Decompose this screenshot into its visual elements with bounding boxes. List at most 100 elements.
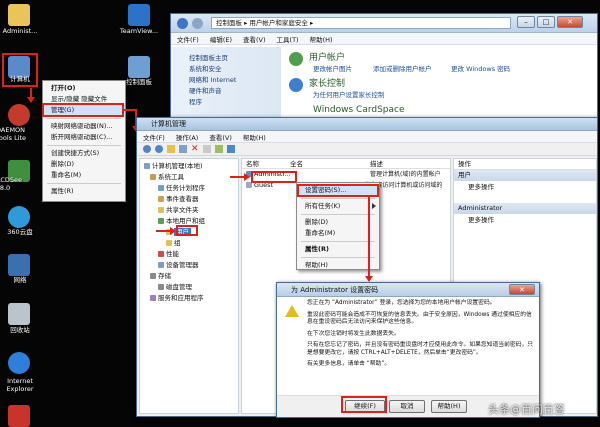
tree-system-tools[interactable]: 系统工具 bbox=[140, 172, 238, 183]
action-more-admin[interactable]: 更多操作 bbox=[454, 214, 596, 226]
device-icon bbox=[158, 262, 164, 268]
cm-menu-bar: 文件(F) 操作(A) 查看(V) 帮助(H) bbox=[137, 131, 597, 143]
ctx-rename[interactable]: 重命名(M) bbox=[297, 228, 379, 239]
pdf-icon[interactable] bbox=[8, 405, 30, 427]
warning-icon bbox=[285, 305, 299, 317]
sidebar-item-programs[interactable]: 程序 bbox=[189, 97, 281, 108]
tree-groups[interactable]: 组 bbox=[140, 238, 238, 249]
close-button[interactable]: ✕ bbox=[557, 16, 583, 28]
sidebar-item-home[interactable]: 控制面板主页 bbox=[189, 53, 281, 64]
menu-view[interactable]: 查看(V) bbox=[209, 132, 232, 142]
refresh-icon[interactable] bbox=[215, 145, 223, 153]
menu-file[interactable]: 文件(F) bbox=[143, 132, 165, 142]
ctx-help[interactable]: 帮助(H) bbox=[297, 260, 379, 271]
divider bbox=[301, 198, 375, 199]
control-panel-icon[interactable] bbox=[128, 56, 150, 78]
delete-icon[interactable]: ✕ bbox=[191, 145, 199, 154]
divider bbox=[47, 145, 121, 146]
link-change-password[interactable]: 更改 Windows 密码 bbox=[451, 63, 510, 73]
help-icon[interactable] bbox=[227, 145, 235, 153]
action-section-admin[interactable]: Administrator bbox=[454, 203, 596, 214]
back-icon[interactable] bbox=[177, 17, 188, 29]
col-name[interactable]: 名称 bbox=[242, 159, 290, 168]
clock-icon bbox=[158, 185, 164, 191]
menu-tools[interactable]: 工具(T) bbox=[277, 34, 299, 44]
user-folder-icon[interactable] bbox=[8, 4, 30, 26]
tree-performance[interactable]: 性能 bbox=[140, 249, 238, 260]
menu-view[interactable]: 查看(V) bbox=[243, 34, 266, 44]
sidebar-item-network[interactable]: 网络和 Internet bbox=[189, 75, 281, 86]
teamviewer-icon[interactable] bbox=[128, 4, 150, 26]
divider bbox=[47, 183, 121, 184]
col-fullname[interactable]: 全名 bbox=[290, 159, 370, 168]
sidebar-item-hardware[interactable]: 硬件和声音 bbox=[189, 86, 281, 97]
ctx-delete[interactable]: 删除(D) bbox=[43, 159, 125, 170]
toolbar: ✕ bbox=[137, 143, 597, 156]
dialog-line1: 您正在为 “Administrator” 登录，您选择为您的本地用户帐户设置密码… bbox=[307, 300, 496, 306]
users-icon bbox=[158, 218, 164, 224]
cloud-disk-icon[interactable] bbox=[8, 206, 30, 228]
ctx-delete[interactable]: 删除(D) bbox=[297, 217, 379, 228]
console-tree-icon[interactable] bbox=[179, 145, 187, 153]
forward-icon[interactable] bbox=[155, 145, 163, 153]
ctx-disconnect-drive[interactable]: 断开网络驱动器(C)... bbox=[43, 132, 125, 143]
dialog-title: 为 Administrator 设置密码 bbox=[291, 285, 379, 294]
tree-device-manager[interactable]: 设备管理器 bbox=[140, 260, 238, 271]
link-change-picture[interactable]: 更改帐户图片 bbox=[313, 63, 352, 73]
tree-event-viewer[interactable]: 事件查看器 bbox=[140, 194, 238, 205]
cancel-button[interactable]: 取消 bbox=[389, 400, 425, 413]
actions-header: 操作 bbox=[454, 159, 596, 170]
help-button[interactable]: 帮助(H) bbox=[431, 400, 467, 413]
desktop-icon-label: ACDSee v8.0 bbox=[0, 176, 22, 192]
back-icon[interactable] bbox=[143, 145, 151, 153]
internet-explorer-icon[interactable] bbox=[8, 352, 30, 374]
maximize-button[interactable]: □ bbox=[537, 16, 555, 28]
link-add-remove-users[interactable]: 添加或删除用户帐户 bbox=[373, 63, 432, 73]
dialog-para2: 在下次您注销时将发生此数据丢失。 bbox=[307, 330, 400, 337]
up-folder-icon[interactable] bbox=[167, 145, 175, 153]
disk-icon bbox=[158, 284, 164, 290]
ctx-rename[interactable]: 重命名(M) bbox=[43, 170, 125, 181]
ctx-map-drive[interactable]: 映射网络驱动器(N)... bbox=[43, 121, 125, 132]
tree-disk-management[interactable]: 磁盘管理 bbox=[140, 282, 238, 293]
section-title-cardspace[interactable]: Windows CardSpace bbox=[313, 105, 405, 115]
ctx-properties[interactable]: 属性(R) bbox=[297, 244, 379, 255]
forward-icon[interactable] bbox=[192, 17, 203, 29]
storage-icon bbox=[150, 273, 156, 279]
ctx-open[interactable]: 打开(O) bbox=[43, 83, 125, 94]
tree-task-scheduler[interactable]: 任务计划程序 bbox=[140, 183, 238, 194]
menu-help[interactable]: 帮助(H) bbox=[310, 34, 333, 44]
action-more-users[interactable]: 更多操作 bbox=[454, 181, 596, 193]
minimize-button[interactable]: – bbox=[517, 16, 535, 28]
menu-action[interactable]: 操作(A) bbox=[176, 132, 199, 142]
recycle-bin-icon[interactable] bbox=[8, 303, 30, 325]
desktop-icon-label: 回收站 bbox=[10, 326, 30, 334]
col-description[interactable]: 描述 bbox=[370, 159, 383, 168]
ctx-all-tasks[interactable]: 所有任务(K) bbox=[297, 201, 379, 212]
submenu-arrow-icon bbox=[372, 203, 376, 209]
menu-help[interactable]: 帮助(H) bbox=[243, 132, 266, 142]
tree-storage[interactable]: 存储 bbox=[140, 271, 238, 282]
ctx-create-shortcut[interactable]: 创建快捷方式(S) bbox=[43, 148, 125, 159]
action-section-users[interactable]: 用户 bbox=[454, 170, 596, 181]
dialog-para3: 只有在您忘记了密码，并且没有密码重设盘时才应使用此命令。如果您知道当前密码，只是… bbox=[307, 342, 534, 356]
sidebar-item-security[interactable]: 系统和安全 bbox=[189, 64, 281, 75]
desktop-icon-label: DAEMON Tools Lite bbox=[0, 126, 27, 142]
tree-root[interactable]: 计算机管理(本地) bbox=[140, 161, 238, 172]
menu-file[interactable]: 文件(F) bbox=[177, 34, 199, 44]
network-icon[interactable] bbox=[8, 254, 30, 276]
link-parental-setup[interactable]: 为任何用户设置家长控制 bbox=[313, 89, 385, 99]
tree-shared-folders[interactable]: 共享文件夹 bbox=[140, 205, 238, 216]
divider bbox=[301, 214, 375, 215]
section-title-accounts[interactable]: 用户帐户 bbox=[309, 50, 345, 63]
desktop-icon-label: Internet Explorer bbox=[6, 377, 34, 393]
properties-icon[interactable] bbox=[203, 145, 211, 153]
close-button[interactable]: ✕ bbox=[509, 284, 535, 295]
tree-services[interactable]: 服务和应用程序 bbox=[140, 293, 238, 304]
section-title-parental[interactable]: 家长控制 bbox=[309, 76, 345, 89]
ctx-properties[interactable]: 属性(R) bbox=[43, 186, 125, 197]
address-bar[interactable]: 控制面板 ▸ 用户帐户和家庭安全 ▸ bbox=[211, 17, 511, 29]
daemon-tools-icon[interactable] bbox=[8, 104, 30, 126]
menu-edit[interactable]: 编辑(E) bbox=[210, 34, 232, 44]
set-password-dialog: 为 Administrator 设置密码 ✕ 您正在为 “Administrat… bbox=[276, 282, 540, 418]
